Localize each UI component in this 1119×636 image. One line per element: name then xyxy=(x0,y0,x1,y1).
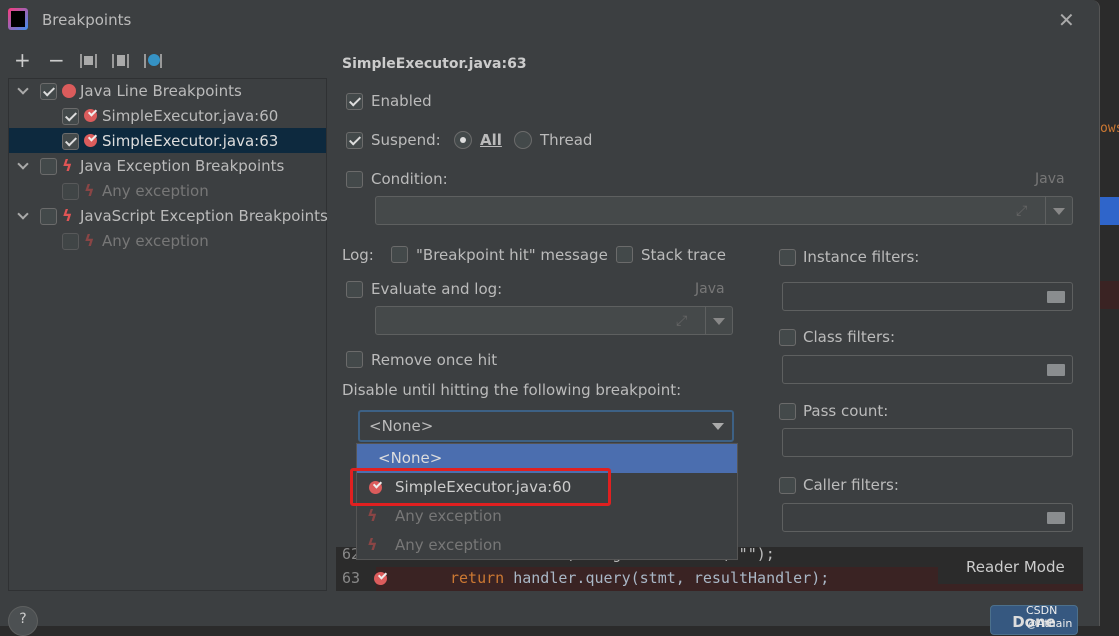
caller-filters-input[interactable] xyxy=(782,503,1073,532)
checkbox[interactable] xyxy=(40,158,57,175)
checkbox[interactable] xyxy=(62,183,79,200)
tree-label: Java Exception Breakpoints xyxy=(80,157,285,175)
tree-label: Any exception xyxy=(102,232,209,250)
line-number: 63 xyxy=(342,569,361,587)
lightning-icon: ϟ xyxy=(62,206,73,225)
suspend-all-label: All xyxy=(480,131,502,149)
disable-until-select[interactable]: <None> xyxy=(358,410,734,442)
caller-filters-checkbox[interactable] xyxy=(779,477,796,494)
breakpoint-check-icon[interactable] xyxy=(374,571,388,585)
breakpoint-check-icon xyxy=(84,108,98,122)
code-snippet: ows xyxy=(1100,121,1119,136)
condition-input[interactable]: ⤢ xyxy=(375,196,1073,225)
dropdown-option-any-exception[interactable]: ϟ Any exception xyxy=(357,502,737,531)
instance-filters-checkbox[interactable] xyxy=(779,249,796,266)
enabled-checkbox[interactable] xyxy=(346,93,363,110)
tree-label: JavaScript Exception Breakpoints xyxy=(80,207,328,225)
breakpoint-hit-checkbox[interactable] xyxy=(391,246,408,263)
breakpoint-dot-icon xyxy=(62,84,76,98)
option-label: Any exception xyxy=(395,507,502,525)
class-filters-label: Class filters: xyxy=(803,328,895,346)
checkbox[interactable] xyxy=(62,133,79,150)
details-title: SimpleExecutor.java:63 xyxy=(342,56,527,72)
breakpoint-hit-label: "Breakpoint hit" message xyxy=(416,246,608,264)
disable-until-label: Disable until hitting the following brea… xyxy=(342,381,682,399)
tree-label: Any exception xyxy=(102,182,209,200)
editor-background: ows xyxy=(1100,0,1119,626)
caller-filters-label: Caller filters: xyxy=(803,476,899,494)
expand-icon[interactable]: ⤢ xyxy=(676,313,687,329)
option-label: Any exception xyxy=(395,536,502,554)
suspend-checkbox[interactable] xyxy=(346,132,363,149)
tree-label: SimpleExecutor.java:63 xyxy=(102,132,279,150)
lightning-icon: ϟ xyxy=(62,156,73,175)
checkbox[interactable] xyxy=(40,83,57,100)
log-label: Log: xyxy=(342,246,374,264)
dropdown-option-any-exception[interactable]: ϟ Any exception xyxy=(357,531,737,560)
suspend-all-radio[interactable] xyxy=(454,131,472,149)
group-by-package-icon[interactable] xyxy=(80,54,97,68)
folder-icon[interactable] xyxy=(1047,291,1065,303)
lightning-icon: ϟ xyxy=(367,535,378,554)
pass-count-input[interactable] xyxy=(782,428,1073,457)
intellij-logo-icon xyxy=(8,8,28,30)
remove-icon[interactable]: − xyxy=(48,48,65,72)
condition-language-select[interactable]: Java xyxy=(1035,171,1065,187)
folder-icon[interactable] xyxy=(1047,512,1065,524)
lightning-icon: ϟ xyxy=(84,231,95,250)
folder-icon[interactable] xyxy=(1047,364,1065,376)
breakpoints-dialog: Breakpoints ✕ + − Java Line Breakpoints … xyxy=(0,0,1100,636)
pass-count-label: Pass count: xyxy=(803,402,889,420)
class-filters-checkbox[interactable] xyxy=(779,329,796,346)
stack-trace-checkbox[interactable] xyxy=(616,246,633,263)
tree-label: Java Line Breakpoints xyxy=(80,82,242,100)
code-keyword: return xyxy=(450,569,505,587)
stack-trace-label: Stack trace xyxy=(641,246,727,264)
option-label: <None> xyxy=(378,449,443,467)
suspend-label: Suspend: xyxy=(371,131,441,149)
add-icon[interactable]: + xyxy=(14,48,31,72)
enabled-label: Enabled xyxy=(371,92,432,110)
suspend-thread-label: Thread xyxy=(540,131,593,149)
reader-mode-button[interactable]: Reader Mode xyxy=(938,550,1083,584)
chevron-down-icon[interactable] xyxy=(712,423,724,430)
evaluate-checkbox[interactable] xyxy=(346,281,363,298)
history-dropdown-icon[interactable] xyxy=(713,318,725,325)
highlight-box xyxy=(350,468,611,506)
instance-filters-input[interactable] xyxy=(782,282,1073,311)
checkbox[interactable] xyxy=(62,108,79,125)
group-by-file-icon[interactable] xyxy=(112,54,129,68)
class-filters-input[interactable] xyxy=(782,355,1073,384)
tree-label: SimpleExecutor.java:60 xyxy=(102,107,279,125)
breakpoint-tree xyxy=(8,78,327,591)
watermark: CSDN @Athain xyxy=(1026,604,1073,630)
suspend-thread-radio[interactable] xyxy=(514,131,532,149)
group-by-class-icon[interactable] xyxy=(144,54,162,68)
remove-once-hit-label: Remove once hit xyxy=(371,351,498,369)
history-dropdown-icon[interactable] xyxy=(1053,208,1065,215)
instance-filters-label: Instance filters: xyxy=(803,248,920,266)
select-value: <None> xyxy=(369,417,434,435)
editor-bp-line xyxy=(1100,281,1119,309)
dialog-title: Breakpoints xyxy=(42,11,132,29)
code-line: handler.query(stmt, resultHandler); xyxy=(504,569,830,587)
editor-selection xyxy=(1100,197,1119,225)
evaluate-language-select[interactable]: Java xyxy=(695,281,725,297)
remove-once-hit-checkbox[interactable] xyxy=(346,351,363,368)
lightning-icon: ϟ xyxy=(367,506,378,525)
lightning-icon: ϟ xyxy=(84,181,95,200)
evaluate-label: Evaluate and log: xyxy=(371,280,503,298)
breakpoint-check-icon xyxy=(84,133,98,147)
evaluate-input[interactable]: ⤢ xyxy=(375,306,733,335)
checkbox[interactable] xyxy=(40,208,57,225)
expand-icon[interactable]: ⤢ xyxy=(1016,203,1027,219)
condition-checkbox[interactable] xyxy=(346,171,363,188)
checkbox[interactable] xyxy=(62,233,79,250)
close-button[interactable]: ✕ xyxy=(1058,8,1075,32)
pass-count-checkbox[interactable] xyxy=(779,403,796,420)
condition-label: Condition: xyxy=(371,170,448,188)
help-button[interactable]: ? xyxy=(8,606,38,636)
